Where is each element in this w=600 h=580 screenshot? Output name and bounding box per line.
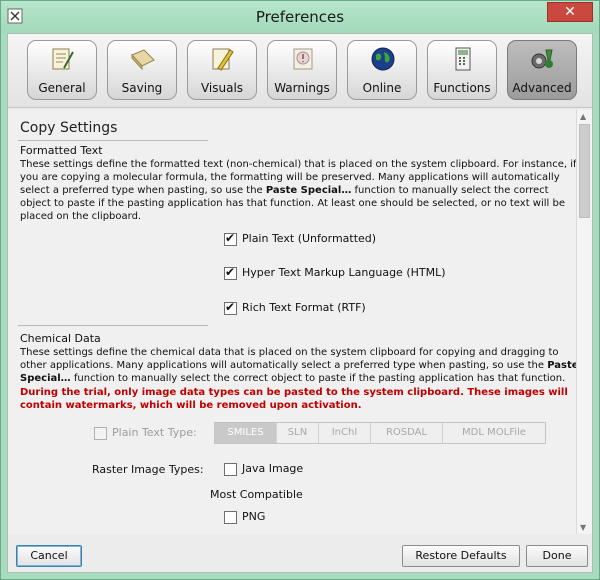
most-compatible-label: Most Compatible [210,488,303,501]
tab-functions-label: Functions [433,81,491,95]
online-globe-icon [371,47,395,71]
tab-advanced-label: Advanced [512,81,572,95]
png-label: PNG [242,510,266,523]
java-image-label: Java Image [242,462,304,475]
png-checkbox[interactable] [224,511,237,524]
tab-warnings-label: Warnings [274,81,330,95]
advanced-icon [531,49,553,69]
dialog-button-bar: Cancel Restore Defaults Done [8,536,592,572]
html-checkbox[interactable] [224,265,237,280]
chemical-data-title: Chemical Data [20,332,101,345]
segment-mdl-molfile[interactable]: MDL MOLFile [443,423,545,443]
vertical-scrollbar[interactable]: ▲ ▼ [576,110,592,534]
formatted-text-title: Formatted Text [20,144,103,157]
section-divider [18,325,208,326]
tab-general-label: General [38,81,86,95]
close-button[interactable]: ✕ [547,2,593,22]
general-icon [52,48,74,70]
tab-online[interactable]: Online [347,40,417,100]
trial-warning: During the trial, only image data types … [20,387,568,411]
plain-text-label: Plain Text (Unformatted) [242,232,377,245]
tab-warnings[interactable]: Warnings [267,40,337,100]
tab-functions[interactable]: Functions [427,40,497,100]
plain-text-type-checkbox[interactable] [94,427,107,440]
tab-saving-label: Saving [121,81,163,95]
preferences-window: Preferences ✕ General Saving Visuals War… [0,0,600,580]
saving-icon [131,49,155,71]
tab-advanced[interactable]: Advanced [507,40,577,100]
chemical-data-description: These settings define the chemical data … [20,347,579,384]
html-label: Hyper Text Markup Language (HTML) [242,266,446,279]
segment-rosdal[interactable]: ROSDAL [371,423,443,443]
cancel-button[interactable]: Cancel [16,545,82,567]
scroll-up-arrow-icon[interactable]: ▲ [580,112,586,121]
tab-visuals-label: Visuals [200,81,244,95]
functions-icon [455,47,471,71]
window-title: Preferences [255,8,345,26]
settings-scroll-area[interactable]: Copy Settings Formatted Text These setti… [8,110,592,534]
rtf-checkbox[interactable] [224,300,237,315]
title-bar[interactable]: Preferences ✕ [1,1,599,33]
raster-image-types-label: Raster Image Types: [92,463,204,476]
segment-inchi[interactable]: InChI [319,423,371,443]
warnings-icon [293,48,313,70]
tab-saving[interactable]: Saving [107,40,177,100]
tab-general[interactable]: General [27,40,97,100]
scroll-down-arrow-icon[interactable]: ▼ [580,523,586,532]
tab-online-label: Online [362,81,402,95]
visuals-icon [212,48,234,71]
java-image-checkbox[interactable] [224,463,237,476]
scrollbar-thumb[interactable] [579,124,590,218]
tab-visuals[interactable]: Visuals [187,40,257,100]
formatted-text-description: These settings define the formatted text… [20,159,577,222]
plain-text-checkbox[interactable] [224,231,237,246]
restore-defaults-button[interactable]: Restore Defaults [402,545,520,567]
done-button[interactable]: Done [526,545,588,567]
plain-text-type-label: Plain Text Type: [112,426,197,439]
rtf-label: Rich Text Format (RTF) [242,301,366,314]
plain-text-type-selector[interactable]: SMILES SLN InChI ROSDAL MDL MOLFile [214,422,546,444]
copy-settings-title: Copy Settings [20,120,118,136]
segment-smiles[interactable]: SMILES [215,423,277,443]
preferences-toolbar: General Saving Visuals Warnings Online F… [8,34,592,108]
preferences-client: General Saving Visuals Warnings Online F… [7,33,593,573]
segment-sln[interactable]: SLN [277,423,319,443]
section-divider [18,140,208,141]
